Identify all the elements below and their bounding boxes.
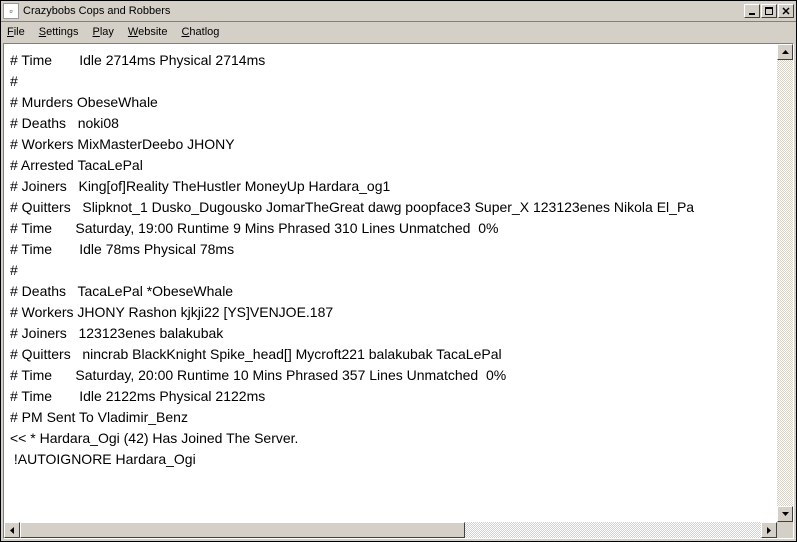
vertical-scrollbar[interactable]	[777, 44, 793, 522]
log-line: # Quitters nincrab BlackKnight Spike_hea…	[10, 344, 773, 365]
horizontal-scroll-thumb[interactable]	[20, 522, 465, 538]
log-line: # Time Saturday, 20:00 Runtime 10 Mins P…	[10, 365, 773, 386]
arrow-up-icon	[782, 50, 789, 54]
minimize-button[interactable]	[744, 4, 760, 18]
scroll-down-button[interactable]	[777, 506, 793, 522]
log-output[interactable]: # Time Idle 2714ms Physical 2714ms## Mur…	[4, 44, 777, 522]
log-line: # Joiners King[of]Reality TheHustler Mon…	[10, 176, 773, 197]
window-title: Crazybobs Cops and Robbers	[23, 5, 744, 17]
arrow-right-icon	[767, 527, 771, 534]
menubar: File Settings Play Website Chatlog	[1, 22, 796, 41]
log-line: # Joiners 123123enes balakubak	[10, 323, 773, 344]
log-line: # Deaths noki08	[10, 113, 773, 134]
window-controls	[744, 4, 794, 18]
menu-settings[interactable]: Settings	[39, 26, 79, 38]
log-line: << * Hardara_Ogi (42) Has Joined The Ser…	[10, 428, 773, 449]
content-frame: # Time Idle 2714ms Physical 2714ms## Mur…	[3, 43, 794, 539]
menu-chatlog[interactable]: Chatlog	[181, 26, 219, 38]
horizontal-scrollbar[interactable]	[4, 522, 793, 538]
scroll-up-button[interactable]	[777, 44, 793, 60]
arrow-left-icon	[10, 527, 14, 534]
text-wrap: # Time Idle 2714ms Physical 2714ms## Mur…	[4, 44, 793, 522]
log-line: # Time Idle 2122ms Physical 2122ms	[10, 386, 773, 407]
maximize-icon	[765, 7, 773, 15]
log-line: #	[10, 71, 773, 92]
log-line: # Time Idle 78ms Physical 78ms	[10, 239, 773, 260]
log-line: # PM Sent To Vladimir_Benz	[10, 407, 773, 428]
close-button[interactable]	[778, 4, 794, 18]
arrow-down-icon	[782, 512, 789, 516]
menu-website[interactable]: Website	[128, 26, 168, 38]
log-line: # Arrested TacaLePal	[10, 155, 773, 176]
scroll-right-button[interactable]	[761, 522, 777, 538]
log-line: !AUTOIGNORE Hardara_Ogi	[10, 449, 773, 470]
client-area: # Time Idle 2714ms Physical 2714ms## Mur…	[1, 41, 796, 541]
log-line: # Murders ObeseWhale	[10, 92, 773, 113]
log-line: # Time Saturday, 19:00 Runtime 9 Mins Ph…	[10, 218, 773, 239]
menu-play[interactable]: Play	[93, 26, 114, 38]
app-icon: ▫	[3, 3, 19, 19]
minimize-icon	[748, 7, 756, 15]
log-line: # Workers JHONY Rashon kjkji22 [YS]VENJO…	[10, 302, 773, 323]
maximize-button[interactable]	[761, 4, 777, 18]
horizontal-scroll-track[interactable]	[20, 522, 761, 538]
log-line: #	[10, 260, 773, 281]
vertical-scroll-track[interactable]	[777, 60, 793, 506]
scroll-left-button[interactable]	[4, 522, 20, 538]
log-line: # Time Idle 2714ms Physical 2714ms	[10, 50, 773, 71]
menu-file[interactable]: File	[7, 26, 25, 38]
titlebar: ▫ Crazybobs Cops and Robbers	[1, 1, 796, 22]
log-line: # Deaths TacaLePal *ObeseWhale	[10, 281, 773, 302]
close-icon	[782, 7, 790, 15]
log-line: # Workers MixMasterDeebo JHONY	[10, 134, 773, 155]
scroll-corner	[777, 522, 793, 538]
app-window: ▫ Crazybobs Cops and Robbers File Settin…	[0, 0, 797, 542]
log-line: # Quitters Slipknot_1 Dusko_Dugousko Jom…	[10, 197, 773, 218]
